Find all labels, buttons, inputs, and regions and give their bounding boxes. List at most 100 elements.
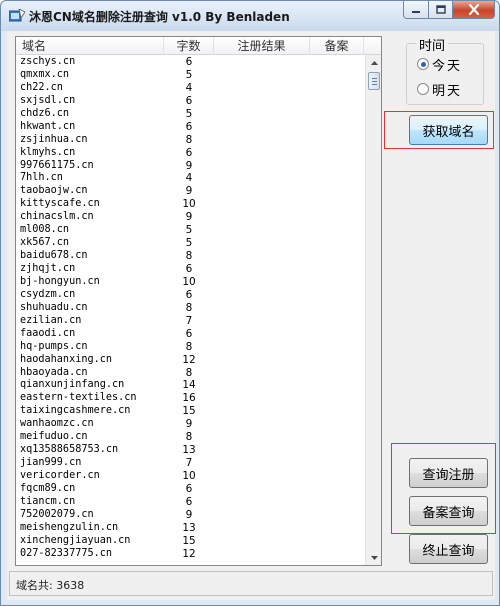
domain-cell: baidu678.cn <box>20 250 88 262</box>
table-row[interactable]: 997661175.cn 9 <box>16 160 365 173</box>
length-cell: 9 <box>185 418 193 431</box>
table-row[interactable]: ml008.cn 5 <box>16 224 365 237</box>
length-cell: 12 <box>182 547 196 560</box>
radio-today-label: 今天 <box>432 58 463 74</box>
table-row[interactable]: chdz6.cn 5 <box>16 108 365 121</box>
table-row[interactable]: zschys.cn 6 <box>16 56 365 69</box>
table-row[interactable]: zjhqjt.cn 6 <box>16 263 365 276</box>
table-row[interactable]: qmxmx.cn 5 <box>16 69 365 82</box>
scroll-thumb[interactable] <box>368 72 380 90</box>
length-cell: 10 <box>182 275 196 288</box>
table-row[interactable]: 752002079.cn 9 <box>16 509 365 522</box>
stop-query-button[interactable]: 终止查询 <box>409 534 488 564</box>
table-row[interactable]: taixingcashmere.cn 15 <box>16 405 365 418</box>
app-icon <box>9 9 25 22</box>
length-cell: 5 <box>185 224 193 237</box>
table-row[interactable]: baidu678.cn 8 <box>16 250 365 263</box>
domain-cell: haodahanxing.cn <box>20 353 113 365</box>
time-group-title: 时间 <box>416 35 449 54</box>
length-cell: 7 <box>185 457 193 470</box>
table-row[interactable]: hkwant.cn 6 <box>16 121 365 134</box>
table-row[interactable]: ezilian.cn 7 <box>16 315 365 328</box>
table-row[interactable]: 027-82337775.cn 12 <box>16 548 365 561</box>
table-row[interactable]: hq-pumps.cn 8 <box>16 341 365 354</box>
radio-today[interactable]: 今天 <box>417 56 463 74</box>
table-row[interactable]: qianxunjinfang.cn 14 <box>16 379 365 392</box>
column-header-record[interactable]: 备案 <box>310 37 364 55</box>
length-cell: 6 <box>185 94 193 107</box>
domain-list[interactable]: 域名 字数 注册结果 备案 zschys.cn 6 qmxmx.cn 5 ch22.cn… <box>15 36 382 566</box>
domain-cell: chdz6.cn <box>20 107 70 119</box>
table-row[interactable]: taobaojw.cn 9 <box>16 185 365 198</box>
table-row[interactable]: zsjinhua.cn 8 <box>16 134 365 147</box>
query-record-button[interactable]: 备案查询 <box>409 496 488 526</box>
length-cell: 5 <box>185 237 193 250</box>
length-cell: 13 <box>182 521 196 534</box>
length-cell: 9 <box>185 508 193 521</box>
length-cell: 4 <box>185 81 193 94</box>
table-row[interactable]: ch22.cn 4 <box>16 82 365 95</box>
domain-cell: 997661175.cn <box>20 159 94 171</box>
table-row[interactable]: xk567.cn 5 <box>16 237 365 250</box>
table-row[interactable]: meishengzulin.cn 13 <box>16 522 365 535</box>
length-cell: 9 <box>185 159 193 172</box>
scroll-up-arrow[interactable] <box>366 55 381 71</box>
close-button[interactable] <box>452 1 495 19</box>
main-window: 沐恩CN域名删除注册查询 v1.0 By Benladen 域名 字数 注册结果… <box>0 0 500 606</box>
length-cell: 5 <box>185 68 193 81</box>
minimize-button[interactable] <box>403 1 429 19</box>
table-row[interactable]: vericorder.cn 10 <box>16 470 365 483</box>
domain-cell: bj-hongyun.cn <box>20 275 100 287</box>
radio-tomorrow[interactable]: 明天 <box>417 81 462 99</box>
domain-cell: klmyhs.cn <box>20 146 76 158</box>
domain-cell: hbaoyada.cn <box>20 366 88 378</box>
table-row[interactable]: sxjsdl.cn 6 <box>16 95 365 108</box>
table-row[interactable]: wanhaomzc.cn 9 <box>16 418 365 431</box>
table-row[interactable]: xq13588658753.cn 13 <box>16 444 365 457</box>
close-icon <box>468 4 479 15</box>
scroll-down-arrow[interactable] <box>366 550 381 565</box>
title-bar[interactable]: 沐恩CN域名删除注册查询 v1.0 By Benladen <box>1 1 499 31</box>
table-row[interactable]: eastern-textiles.cn 16 <box>16 392 365 405</box>
table-row[interactable]: kittyscafe.cn 10 <box>16 198 365 211</box>
table-row[interactable]: shuhuadu.cn 8 <box>16 302 365 315</box>
status-bar: 域名共: 3638 <box>9 571 493 596</box>
table-row[interactable]: jian999.cn 7 <box>16 457 365 470</box>
column-header-length[interactable]: 字数 <box>164 37 214 55</box>
maximize-button[interactable] <box>428 1 453 19</box>
length-cell: 9 <box>185 211 193 224</box>
table-row[interactable]: bj-hongyun.cn 10 <box>16 276 365 289</box>
table-row[interactable]: csydzm.cn 6 <box>16 289 365 302</box>
table-row[interactable]: meifuduo.cn 8 <box>16 431 365 444</box>
table-row[interactable]: hbaoyada.cn 8 <box>16 367 365 380</box>
length-cell: 13 <box>182 444 196 457</box>
radio-button-selected[interactable] <box>417 58 429 70</box>
fetch-domains-button[interactable]: 获取域名 <box>409 115 488 145</box>
scroll-grip <box>372 81 377 82</box>
table-row[interactable]: fqcm89.cn 6 <box>16 483 365 496</box>
table-row[interactable]: haodahanxing.cn 12 <box>16 354 365 367</box>
table-row[interactable]: tiancm.cn 6 <box>16 496 365 509</box>
radio-button[interactable] <box>417 83 429 95</box>
table-row[interactable]: klmyhs.cn 6 <box>16 147 365 160</box>
query-register-button[interactable]: 查询注册 <box>409 458 488 488</box>
domain-cell: meifuduo.cn <box>20 431 88 443</box>
table-row[interactable]: chinacslm.cn 9 <box>16 211 365 224</box>
length-cell: 10 <box>182 470 196 482</box>
column-header-result[interactable]: 注册结果 <box>214 37 310 55</box>
length-cell: 16 <box>182 392 196 405</box>
domain-cell: 027-82337775.cn <box>20 547 113 559</box>
table-row[interactable]: faaodi.cn 6 <box>16 328 365 341</box>
table-row[interactable]: 7hlh.cn 4 <box>16 172 365 185</box>
column-header-domain[interactable]: 域名 <box>16 37 164 55</box>
domain-count-status: 域名共: 3638 <box>16 579 85 592</box>
length-cell: 8 <box>185 340 193 353</box>
domain-cell: csydzm.cn <box>20 288 76 300</box>
length-cell: 8 <box>185 133 193 146</box>
domain-cell: tiancm.cn <box>20 495 76 507</box>
domain-cell: sxjsdl.cn <box>20 94 76 106</box>
domain-cell: ml008.cn <box>20 224 70 236</box>
length-cell: 15 <box>182 534 196 547</box>
list-scrollbar[interactable] <box>365 55 381 565</box>
table-row[interactable]: xinchengjiayuan.cn 15 <box>16 535 365 548</box>
